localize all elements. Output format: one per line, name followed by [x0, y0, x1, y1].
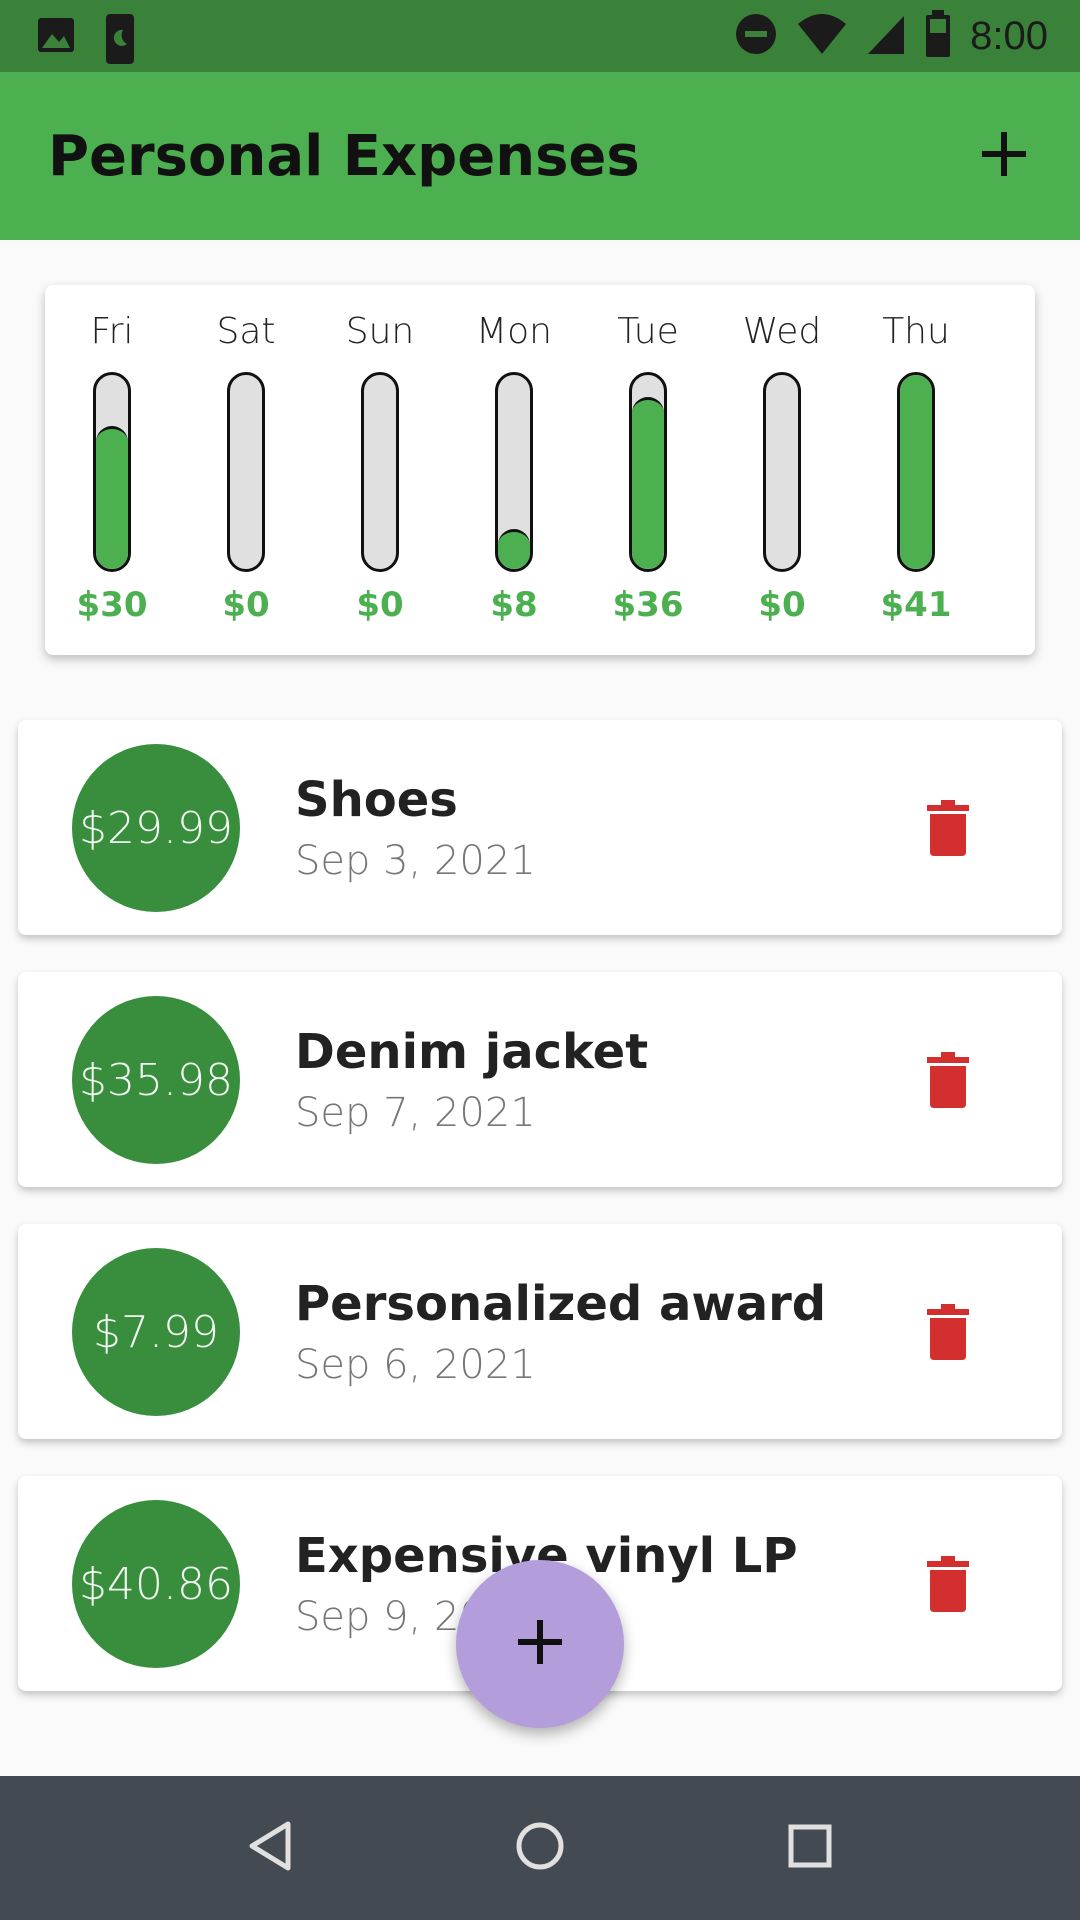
- expense-amount-badge: $29.99: [72, 744, 240, 912]
- wifi-icon: [796, 12, 848, 60]
- day-label: Wed: [742, 311, 822, 352]
- status-bar-right: 8:00: [734, 10, 1048, 62]
- day-label: Fri: [90, 311, 134, 352]
- trash-icon: [927, 1556, 969, 1616]
- chart-day-fri: Fri $30: [45, 285, 179, 655]
- phone-icon: [104, 14, 136, 68]
- expense-amount-badge: $40.86: [72, 1500, 240, 1668]
- chart-day-mon: Mon $8: [447, 285, 581, 655]
- nav-back-button[interactable]: [230, 1808, 310, 1888]
- trash-icon: [927, 1304, 969, 1364]
- day-bar-fill: [900, 375, 932, 569]
- add-expense-fab[interactable]: [456, 1560, 624, 1728]
- nav-home-button[interactable]: [500, 1808, 580, 1888]
- expense-date: Sep 7, 2021: [295, 1090, 536, 1136]
- day-amount: $30: [76, 585, 148, 625]
- day-label: Thu: [882, 311, 950, 352]
- recents-icon: [787, 1823, 833, 1873]
- status-bar: 8:00: [0, 0, 1080, 72]
- app-title: Personal Expenses: [48, 124, 640, 189]
- app-bar: Personal Expenses: [0, 72, 1080, 240]
- expense-date: Sep 3, 2021: [295, 838, 536, 884]
- chart-day-tue: Tue $36: [581, 285, 715, 655]
- day-amount: $36: [612, 585, 684, 625]
- trash-icon: [927, 1052, 969, 1112]
- expense-list-item[interactable]: $7.99 Personalized award Sep 6, 2021: [18, 1224, 1062, 1439]
- delete-button[interactable]: [908, 1294, 988, 1374]
- status-time: 8:00: [970, 13, 1048, 58]
- expense-date: Sep 6, 2021: [295, 1342, 536, 1388]
- system-nav-bar: [0, 1776, 1080, 1920]
- day-bar-track: [763, 372, 801, 572]
- battery-icon: [924, 10, 952, 62]
- day-amount: $8: [490, 585, 538, 625]
- home-icon: [514, 1820, 566, 1876]
- day-bar-track: [629, 372, 667, 572]
- expense-title: Denim jacket: [295, 1024, 649, 1080]
- trash-icon: [927, 800, 969, 860]
- status-bar-left: [36, 14, 136, 68]
- day-amount: $0: [356, 585, 404, 625]
- day-bar-fill: [96, 426, 128, 569]
- day-amount: $0: [222, 585, 270, 625]
- do-not-disturb-icon: [734, 12, 778, 60]
- delete-button[interactable]: [908, 1546, 988, 1626]
- day-bar-track: [495, 372, 533, 572]
- day-bar-track: [93, 372, 131, 572]
- expense-list-item[interactable]: $29.99 Shoes Sep 3, 2021: [18, 720, 1062, 935]
- day-label: Mon: [476, 311, 552, 352]
- expense-list-item[interactable]: $35.98 Denim jacket Sep 7, 2021: [18, 972, 1062, 1187]
- day-amount: $41: [880, 585, 952, 625]
- day-bar-track: [897, 372, 935, 572]
- add-expense-button[interactable]: [964, 116, 1044, 196]
- signal-icon: [866, 12, 906, 60]
- day-bar-fill: [498, 529, 530, 569]
- plus-icon: [517, 1619, 563, 1669]
- back-icon: [246, 1820, 294, 1876]
- day-amount: $0: [758, 585, 806, 625]
- chart-day-sat: Sat $0: [179, 285, 313, 655]
- plus-icon: [980, 130, 1028, 182]
- day-bar-fill: [632, 397, 664, 569]
- day-label: Tue: [617, 311, 679, 352]
- delete-button[interactable]: [908, 1042, 988, 1122]
- chart-day-sun: Sun $0: [313, 285, 447, 655]
- chart-day-wed: Wed $0: [715, 285, 849, 655]
- image-icon: [36, 14, 76, 68]
- weekly-chart-card: Fri $30 Sat $0 Sun $0 Mon $8 Tue $36 Wed…: [45, 285, 1035, 655]
- day-bar-track: [361, 372, 399, 572]
- expense-title: Personalized award: [295, 1276, 827, 1332]
- chart-day-thu: Thu $41: [849, 285, 983, 655]
- day-bar-track: [227, 372, 265, 572]
- expense-title: Shoes: [295, 772, 458, 828]
- nav-recents-button[interactable]: [770, 1808, 850, 1888]
- delete-button[interactable]: [908, 790, 988, 870]
- day-label: Sat: [216, 311, 276, 352]
- expense-amount-badge: $7.99: [72, 1248, 240, 1416]
- expense-amount-badge: $35.98: [72, 996, 240, 1164]
- day-label: Sun: [345, 311, 415, 352]
